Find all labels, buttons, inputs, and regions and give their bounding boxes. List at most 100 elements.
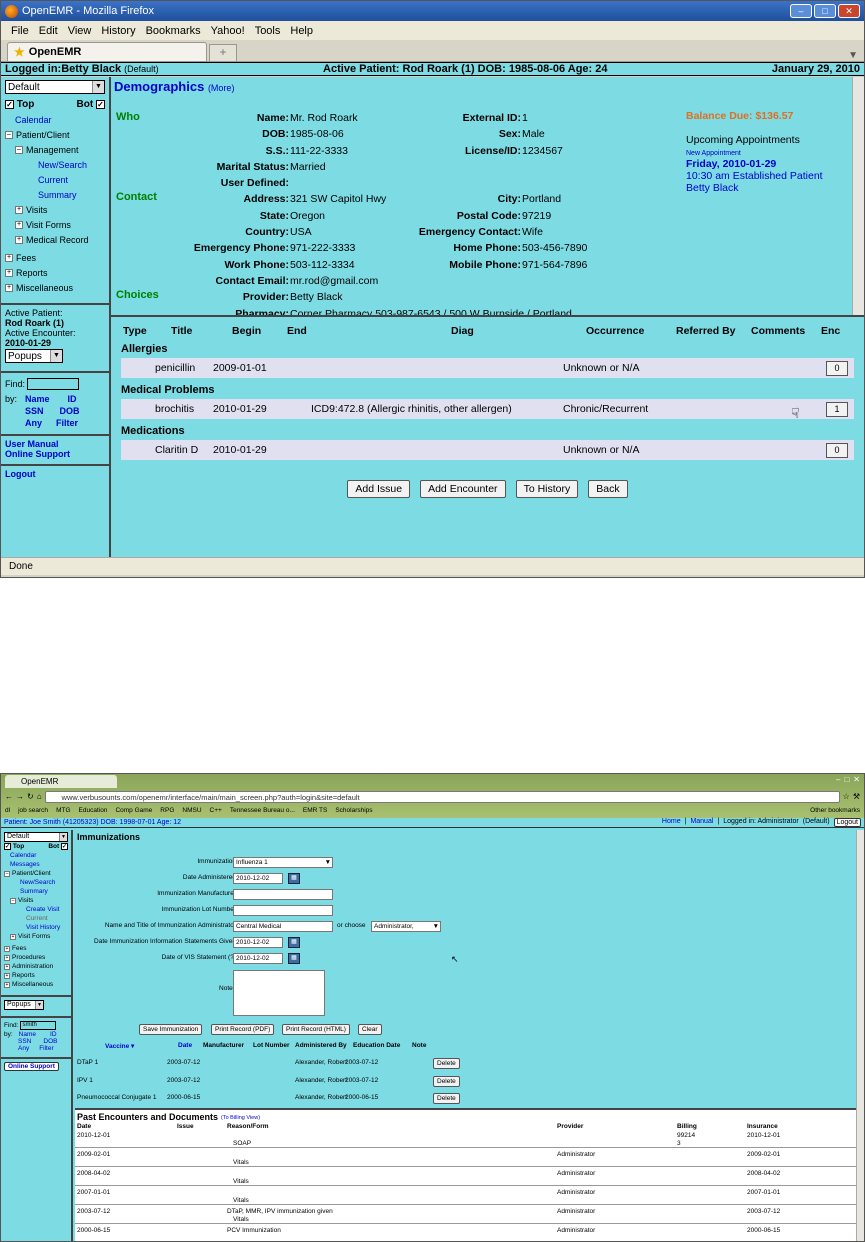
billing-view-link[interactable]: (To Billing View) [221,1115,260,1121]
add-encounter-button[interactable]: Add Encounter [420,480,506,498]
find-filter[interactable]: Filter [56,418,78,428]
bookmark-item[interactable]: Education [79,807,108,814]
find-input[interactable] [27,377,80,390]
browser-tab[interactable]: OpenEMR [5,775,117,788]
collapse-icon[interactable]: – [4,870,10,877]
find-by-name[interactable]: Name [25,394,50,404]
enc-count-button[interactable]: 0 [826,361,848,376]
popups-select[interactable]: Popups ▼ [5,349,63,363]
find-input[interactable]: smith [20,1021,57,1030]
nav-reports[interactable]: Reports [16,268,48,278]
nav-visits[interactable]: Visits [18,897,33,904]
encounter-row[interactable]: 2007-01-01 Vitals Administrator 2007-01-… [75,1188,856,1205]
nav-fees[interactable]: Fees [12,945,26,952]
nav-visit-history[interactable]: Visit History [26,924,60,931]
encounter-row[interactable]: 2000-06-15 PCV Immunization Administrato… [75,1226,856,1241]
add-issue-button[interactable]: Add Issue [347,480,411,498]
nav-current[interactable]: Current [26,915,48,922]
nav-management[interactable]: Management [26,145,79,155]
calendar-icon[interactable]: ▦ [288,937,300,948]
expand-icon[interactable]: + [4,963,10,970]
menu-history[interactable]: History [101,25,135,37]
find-by-dob[interactable]: DOB [43,1038,57,1045]
encounter-row[interactable]: 2008-04-02 Vitals Administrator 2008-04-… [75,1169,856,1186]
user-manual-link[interactable]: User Manual [5,439,59,449]
tab-openemr[interactable]: ★ OpenEMR [7,42,207,61]
collapse-icon[interactable]: – [10,897,16,904]
calendar-icon[interactable]: ▦ [288,873,300,884]
save-immunization-button[interactable]: Save Immunization [139,1024,203,1035]
nav-calendar[interactable]: Calendar [10,852,36,859]
maximize-icon[interactable]: □ [814,4,836,18]
enc-count-button[interactable]: 1 [826,402,848,417]
col-date[interactable]: Date [178,1042,192,1049]
close-icon[interactable]: ✕ [838,4,860,18]
date-administered-input[interactable]: 2010-12-02 [233,873,283,884]
issue-row-allergy[interactable]: penicillin 2009-01-01 Unknown or N/A 0 [121,358,854,378]
nav-current[interactable]: Current [38,175,68,185]
bookmark-item[interactable]: dl [5,807,10,814]
bot-checkbox[interactable]: ✓ [61,843,68,850]
nav-patient-client[interactable]: Patient/Client [16,130,70,140]
encounter-row[interactable]: 2010-12-01 SOAP 99214 3 2010-12-01 [75,1131,856,1148]
top-checkbox[interactable]: ✓ [5,100,14,109]
find-by-id[interactable]: ID [68,394,77,404]
find-by-ssn[interactable]: SSN [18,1038,31,1045]
encounter-row[interactable]: 2003-07-12 DTaP, MMR, IPV immunization g… [75,1207,856,1224]
new-tab-button[interactable]: + [209,44,237,61]
administrator-input[interactable]: Central Medical [233,921,333,932]
menu-view[interactable]: View [68,25,92,37]
find-by-any[interactable]: Any [25,418,42,428]
vis-date-input[interactable]: 2010-12-02 [233,953,283,964]
menu-file[interactable]: File [11,25,29,37]
expand-icon[interactable]: + [10,933,16,940]
nav-reports[interactable]: Reports [12,972,35,979]
manufacturer-input[interactable] [233,889,333,900]
nav-mode-select[interactable]: Default ▼ [4,832,68,842]
menu-help[interactable]: Help [290,25,313,37]
nav-administration[interactable]: Administration [12,963,53,970]
administrator-select[interactable]: Administrator, ▼ [371,921,441,932]
tab-list-icon[interactable]: ▼ [848,50,864,61]
collapse-icon[interactable]: – [5,130,13,139]
popups-select[interactable]: Popups ▼ [4,1000,44,1010]
menu-tools[interactable]: Tools [255,25,281,37]
vis-given-input[interactable]: 2010-12-02 [233,937,283,948]
find-filter[interactable]: Filter [39,1045,53,1052]
home-link[interactable]: Home [662,818,681,827]
demographics-scrollbar[interactable] [852,77,864,315]
new-appointment-link[interactable]: New Appointment [686,150,741,157]
logout-button[interactable]: Logout [833,818,861,827]
nav-procedures[interactable]: Procedures [12,954,45,961]
immunization-select[interactable]: Influenza 1 ▼ [233,857,333,868]
nav-visit-forms[interactable]: Visit Forms [26,220,71,230]
nav-new-search[interactable]: New/Search [38,160,87,170]
appointment-provider[interactable]: Betty Black [686,182,739,194]
nav-visits[interactable]: Visits [26,205,47,215]
maximize-icon[interactable]: □ [844,775,849,784]
minimize-icon[interactable]: – [836,775,840,784]
bookmark-star-icon[interactable]: ☆ [843,792,850,801]
nav-visit-forms[interactable]: Visit Forms [18,933,50,940]
clear-button[interactable]: Clear [358,1024,382,1035]
expand-icon[interactable]: + [4,981,10,988]
top-checkbox[interactable]: ✓ [4,843,11,850]
bookmark-item[interactable]: C++ [210,807,222,814]
appointment-date[interactable]: Friday, 2010-01-29 [686,158,776,170]
bookmark-item[interactable]: job search [18,807,48,814]
url-bar[interactable]: www.verbusounts.com/openemr/interface/ma… [44,790,840,803]
expand-icon[interactable]: + [15,235,23,244]
find-by-ssn[interactable]: SSN [25,406,44,416]
nav-summary[interactable]: Summary [20,888,48,895]
reload-icon[interactable]: ↻ [27,792,34,801]
menu-yahoo[interactable]: Yahoo! [211,25,245,37]
col-vaccine[interactable]: Vaccine ▾ [105,1042,134,1050]
menu-edit[interactable]: Edit [39,25,58,37]
more-link[interactable]: (More) [208,83,235,93]
menu-bookmarks[interactable]: Bookmarks [146,25,201,37]
nav-calendar[interactable]: Calendar [15,115,52,125]
nav-patient-client[interactable]: Patient/Client [12,870,51,877]
nav-fees[interactable]: Fees [16,253,36,263]
bookmark-item[interactable]: Tennessee Bureau o... [230,807,295,814]
delete-button[interactable]: Delete [433,1093,460,1104]
